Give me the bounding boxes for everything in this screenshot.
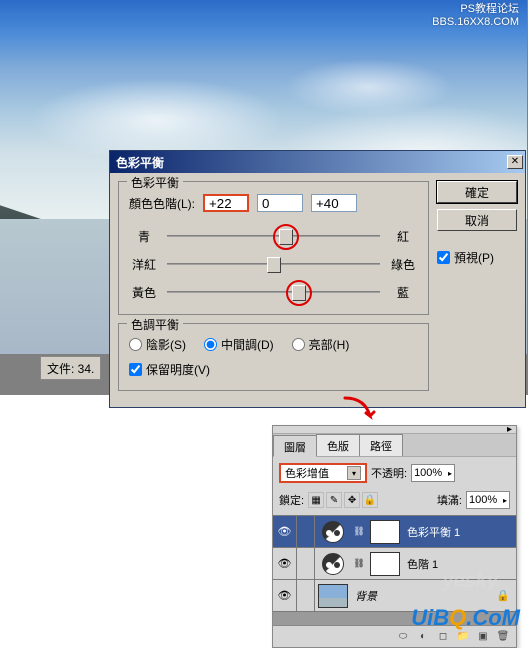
lock-pixels-icon[interactable]: ✎: [326, 492, 342, 508]
radio-highlights[interactable]: 亮部(H): [292, 336, 350, 353]
checkbox-preserve-luminosity[interactable]: 保留明度(V): [129, 357, 418, 382]
panel-grip[interactable]: ▸: [273, 426, 516, 434]
fill-input[interactable]: 100%▸: [466, 491, 510, 509]
tone-balance-group: 色調平衡 陰影(S) 中間調(D) 亮部(H) 保留明度(V): [118, 323, 429, 391]
lock-transparency-icon[interactable]: ▦: [308, 492, 324, 508]
adjustment-thumb[interactable]: [322, 553, 344, 575]
slider-row: 青 紅: [129, 222, 418, 250]
link-layers-icon[interactable]: ⬭: [394, 629, 412, 645]
visibility-toggle[interactable]: 👁: [273, 548, 297, 579]
opacity-label: 不透明:: [371, 465, 407, 481]
slider-row: 黃色 藍: [129, 278, 418, 306]
level-input-cyan-red[interactable]: [203, 194, 249, 212]
layer-name[interactable]: 色彩平衡 1: [403, 524, 516, 540]
close-button[interactable]: ✕: [507, 155, 523, 169]
arrow-annotation: [340, 396, 380, 426]
radio-midtones[interactable]: 中間調(D): [204, 336, 274, 353]
blend-mode-select[interactable]: 色彩增值 ▾: [279, 463, 367, 483]
layer-thumb[interactable]: [318, 584, 348, 608]
slider-label-right: 紅: [388, 228, 418, 245]
opacity-input[interactable]: 100%▸: [411, 464, 455, 482]
level-input-yellow-blue[interactable]: [311, 194, 357, 212]
slider-track[interactable]: [167, 291, 380, 293]
mask-link-icon[interactable]: ⛓: [354, 520, 364, 544]
adjustment-thumb[interactable]: [322, 521, 344, 543]
lock-position-icon[interactable]: ✥: [344, 492, 360, 508]
watermark-uibq: UiBQ.CoM: [411, 605, 520, 631]
checkbox-preview[interactable]: 預視(P): [437, 245, 517, 270]
slider-row: 洋紅 綠色: [129, 250, 418, 278]
ok-button[interactable]: 確定: [437, 181, 517, 203]
lock-label: 鎖定:: [279, 492, 304, 508]
link-col[interactable]: [297, 516, 315, 547]
color-balance-dialog: 色彩平衡 ✕ 色彩平衡 顏色色階(L): 青 紅 洋紅 綠色 黃: [109, 150, 526, 408]
slider-thumb[interactable]: [267, 257, 281, 273]
slider-thumb[interactable]: [279, 229, 293, 245]
slider-label-left: 青: [129, 228, 159, 245]
visibility-toggle[interactable]: 👁: [273, 516, 297, 547]
slider-label-right: 綠色: [388, 256, 418, 273]
visibility-toggle[interactable]: 👁: [273, 580, 297, 611]
chevron-down-icon: ▾: [347, 466, 361, 480]
dialog-title: 色彩平衡: [116, 154, 164, 171]
color-balance-group: 色彩平衡 顏色色階(L): 青 紅 洋紅 綠色 黃色 藍: [118, 181, 429, 315]
radio-shadows[interactable]: 陰影(S): [129, 336, 186, 353]
chevron-right-icon: ▸: [503, 496, 507, 505]
watermark-top: PS教程论坛 BBS.16XX8.COM: [432, 3, 519, 29]
color-levels-row: 顏色色階(L):: [129, 190, 418, 222]
layer-item[interactable]: 👁 ⛓ 色彩平衡 1: [273, 515, 516, 547]
dialog-titlebar[interactable]: 色彩平衡 ✕: [110, 151, 525, 173]
lock-all-icon[interactable]: 🔒: [362, 492, 378, 508]
panel-menu-icon[interactable]: ▸: [507, 424, 512, 435]
slider-track[interactable]: [167, 263, 380, 265]
panel-tabs: 圖層 色版 路徑: [273, 434, 516, 456]
cancel-button[interactable]: 取消: [437, 209, 517, 231]
group-legend-2: 色調平衡: [127, 316, 183, 333]
level-input-magenta-green[interactable]: [257, 194, 303, 212]
mask-link-icon[interactable]: ⛓: [354, 552, 364, 576]
watermark-yesky: yesky: [442, 570, 498, 593]
link-col[interactable]: [297, 580, 315, 611]
tab-channels[interactable]: 色版: [316, 434, 360, 456]
slider-track[interactable]: [167, 235, 380, 237]
status-bar: 文件: 34.: [40, 356, 101, 380]
mask-thumb[interactable]: [370, 520, 400, 544]
chevron-right-icon: ▸: [448, 469, 452, 478]
group-legend: 色彩平衡: [127, 174, 183, 191]
fill-label: 填滿:: [437, 492, 462, 508]
tab-layers[interactable]: 圖層: [273, 435, 317, 457]
link-col[interactable]: [297, 548, 315, 579]
levels-label: 顏色色階(L):: [129, 195, 195, 212]
mask-thumb[interactable]: [370, 552, 400, 576]
slider-label-right: 藍: [388, 284, 418, 301]
slider-label-left: 洋紅: [129, 256, 159, 273]
tab-paths[interactable]: 路徑: [359, 434, 403, 456]
lock-icon: 🔒: [496, 589, 516, 602]
slider-label-left: 黃色: [129, 284, 159, 301]
slider-thumb[interactable]: [292, 285, 306, 301]
